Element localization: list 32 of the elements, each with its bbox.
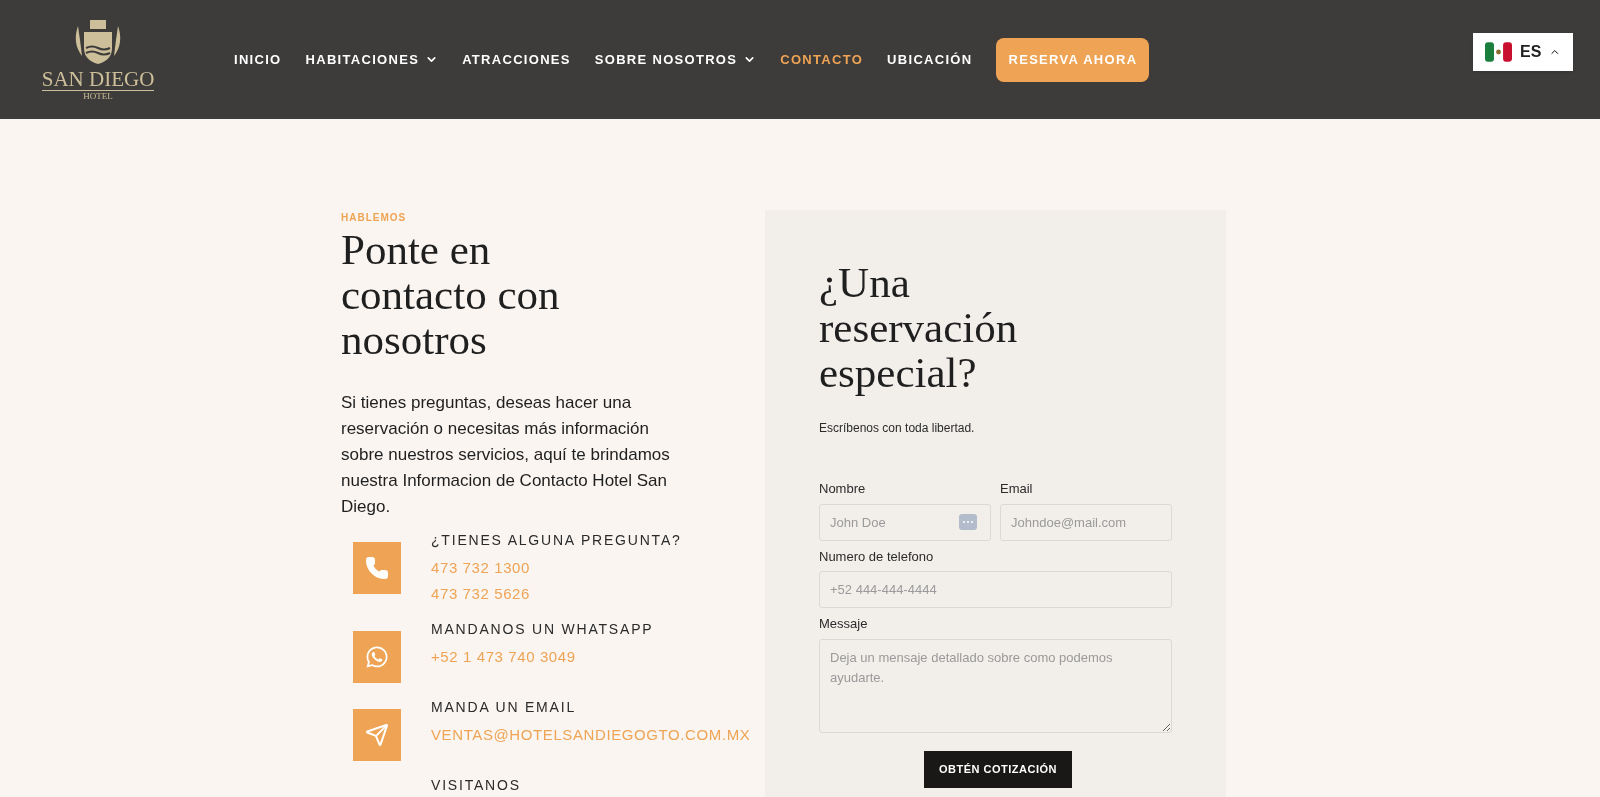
contact-heading-label: VISITANOS	[431, 776, 521, 795]
logo-name: SAN DIEGO	[41, 67, 155, 91]
intro-paragraph: Si tienes preguntas, deseas hacer una reservación o necesitas más información sobre nuestros servicios, aquí te brindamos nuestra Informacion de Contacto Hotel San Diego.	[341, 392, 671, 518]
nav-link[interactable]: UBICACIÓN	[887, 49, 973, 70]
input-field[interactable]: John Doe	[819, 503, 991, 541]
nav-link[interactable]: HABITACIONES	[305, 49, 439, 70]
submit-button[interactable]: OBTÉN COTIZACIÓN	[924, 750, 1072, 788]
contact-heading-label: MANDA UN EMAIL	[431, 698, 577, 717]
contact-heading-label: MANDANOS UN WHATSAPP	[431, 620, 654, 639]
chat-bubble-icon	[365, 645, 389, 669]
nav-link[interactable]: INICIO	[234, 49, 282, 70]
input-field[interactable]: Johndoe@mail.com	[1000, 503, 1172, 541]
field-label: Numero de telefono	[819, 547, 935, 566]
paper-plane-icon	[365, 723, 389, 747]
form-heading: ¿Una reservación especial?	[819, 260, 1019, 395]
flag-icon	[1485, 42, 1513, 62]
language-selector[interactable]: ES	[1473, 33, 1573, 71]
logo-subtitle: HOTEL	[83, 90, 113, 102]
field-label: Nombre	[819, 480, 867, 498]
field-label: Email	[1000, 480, 1034, 498]
nav-link[interactable]: SOBRE NOSOTROS	[594, 49, 757, 70]
form-subtitle: Escríbenos con toda libertad.	[819, 420, 976, 437]
field-label: Messaje	[819, 615, 869, 633]
hotel-logo[interactable]: SAN DIEGO HOTEL	[42, 17, 154, 102]
phone-icon	[365, 556, 389, 580]
contact-heading-label: ¿TIENES ALGUNA PREGUNTA?	[431, 531, 682, 550]
input-field[interactable]: +52 444-444-4444	[819, 571, 1172, 608]
eyebrow-label: HABLEMOS	[341, 211, 408, 225]
nav-link[interactable]: CONTACTO	[780, 49, 864, 70]
message-field[interactable]: Deja un mensaje detallado sobre como podemos ayudarte.	[819, 638, 1172, 733]
nav-link[interactable]: ATRACCIONES	[462, 49, 571, 70]
contact-heading: Ponte en contacto con nosotros	[341, 227, 561, 362]
